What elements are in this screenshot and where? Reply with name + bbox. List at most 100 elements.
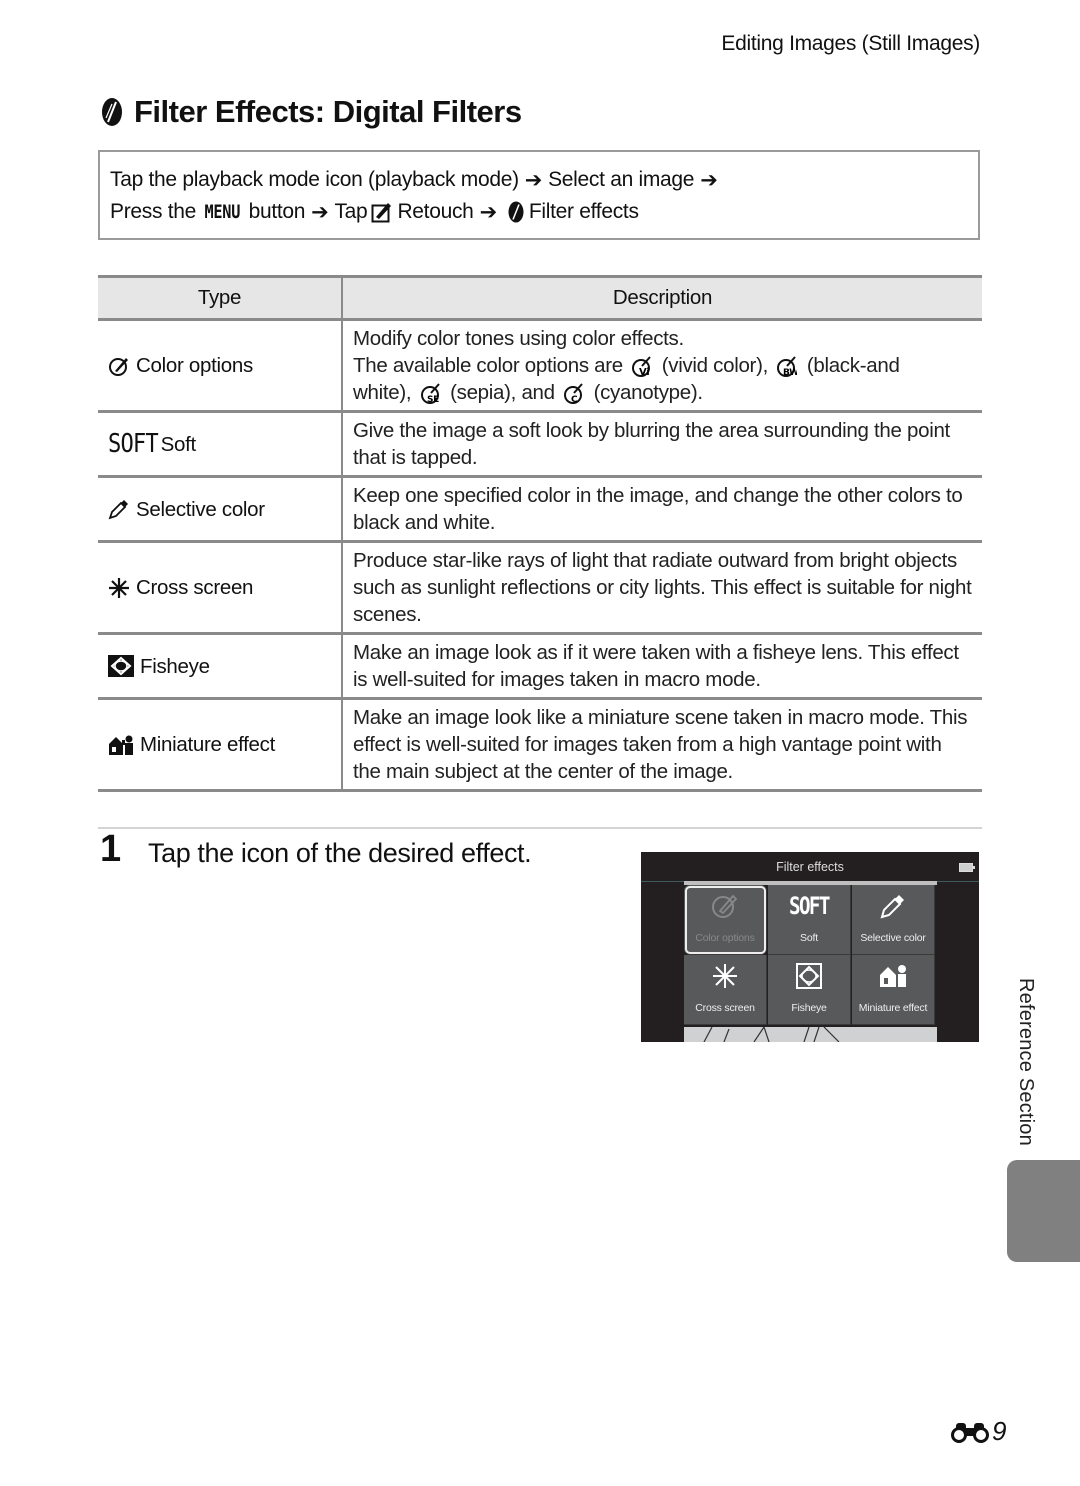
tile-label: Selective color [860, 932, 926, 944]
page-title: Filter Effects: Digital Filters [100, 94, 522, 130]
black-and-white-icon: BW [777, 355, 797, 378]
cross-screen-icon [108, 577, 130, 599]
table-row: Miniature effect Make an image look like… [98, 698, 982, 792]
type-label: Fisheye [140, 654, 210, 678]
selective-color-icon [108, 498, 130, 520]
tile-label: Fisheye [791, 1002, 827, 1014]
filter-effects-table: Type Description Color options Modify co… [98, 275, 982, 792]
battery-icon [959, 863, 975, 872]
retouch-icon [371, 203, 392, 223]
svg-text:BW: BW [783, 368, 797, 378]
type-label: Color options [136, 354, 253, 377]
cross-screen-icon [684, 961, 766, 991]
cyanotype-icon: C [564, 382, 583, 405]
section-tab[interactable] [1007, 1160, 1080, 1262]
nav-line-2: Press the MENU button ➔ Tap Retouch ➔ Fi… [110, 196, 968, 228]
description-cell: Modify color tones using color effects. … [342, 319, 982, 413]
description-text: (cyanotype). [593, 381, 704, 404]
soft-icon: SOFT [789, 892, 830, 920]
filter-effects-icon [102, 98, 122, 126]
vivid-color-icon: Vi [632, 355, 652, 378]
table-row: Color options Modify color tones using c… [98, 319, 982, 413]
filter-effects-icon [508, 201, 524, 223]
description-line: white), SE (sepia), and C (cyanotype). [353, 379, 972, 406]
tile-miniature-effect[interactable]: Miniature effect [852, 955, 935, 1025]
running-head: Editing Images (Still Images) [721, 32, 980, 55]
step-number: 1 [100, 828, 122, 870]
nav-text-tap: Tap [334, 200, 368, 223]
svg-text:C: C [571, 395, 578, 405]
description-text: (black-and [806, 354, 900, 377]
page-title-text: Filter Effects: Digital Filters [134, 94, 522, 129]
description-text: white), [353, 381, 412, 404]
description-line: The available color options are Vi (vivi… [353, 352, 972, 379]
table-row: Cross screen Produce star-like rays of l… [98, 541, 982, 635]
reference-binoculars-icon [951, 1422, 989, 1443]
type-cell: Color options [98, 319, 343, 413]
arrow-icon: ➔ [524, 168, 543, 192]
fisheye-icon [108, 655, 134, 677]
column-header-description: Description [342, 275, 982, 321]
table-row: Fisheye Make an image look as if it were… [98, 633, 982, 700]
nav-text-filter-effects: Filter effects [528, 200, 639, 223]
type-label: Selective color [136, 497, 265, 521]
nav-text-press: Press the [110, 200, 197, 223]
image-preview-background [684, 1025, 937, 1042]
navigation-path-box: Tap the playback mode icon (playback mod… [98, 150, 980, 240]
type-cell: Fisheye [98, 633, 343, 700]
miniature-effect-icon [108, 734, 134, 756]
nav-step-select-image: Select an image [548, 168, 695, 191]
nav-step-playback: Tap the playback mode icon (playback mod… [110, 168, 519, 191]
arrow-icon: ➔ [700, 168, 718, 192]
tile-cross-screen[interactable]: Cross screen [684, 955, 767, 1025]
tile-label: Soft [800, 932, 818, 944]
color-options-icon [684, 891, 766, 921]
tile-color-options[interactable]: Color options [684, 885, 767, 955]
section-side-label: Reference Section [1015, 978, 1037, 1146]
type-label: Soft [160, 432, 197, 456]
table-row: Selective color Keep one specified color… [98, 476, 982, 543]
sepia-icon: SE [420, 382, 440, 405]
tile-soft[interactable]: SOFT Soft [768, 885, 851, 955]
nav-line-1: Tap the playback mode icon (playback mod… [110, 164, 968, 196]
column-header-type: Type [98, 275, 343, 321]
menu-button-label: MENU [204, 201, 241, 223]
description-cell: Make an image look like a miniature scen… [342, 698, 982, 792]
type-cell: SOFT Soft [98, 411, 343, 478]
description-text: (vivid color), [661, 354, 769, 377]
description-text: The available color options are [353, 354, 623, 377]
step-divider [98, 827, 982, 829]
soft-icon: SOFT [108, 428, 159, 459]
type-cell: Cross screen [98, 541, 343, 635]
screen-title: Filter effects [776, 860, 844, 874]
description-text: (sepia), and [450, 381, 555, 404]
svg-text:SE: SE [427, 395, 439, 405]
color-options-icon [108, 355, 130, 377]
tile-fisheye[interactable]: Fisheye [768, 955, 851, 1025]
svg-text:Vi: Vi [639, 367, 649, 378]
tile-label: Miniature effect [858, 1002, 928, 1014]
description-cell: Produce star-like rays of light that rad… [342, 541, 982, 635]
camera-screen-illustration: Filter effects Color options SOFT Soft S… [641, 852, 979, 1042]
selective-color-icon [852, 891, 934, 921]
type-cell: Miniature effect [98, 698, 343, 792]
arrow-icon: ➔ [479, 200, 498, 224]
type-label: Cross screen [136, 576, 254, 599]
tile-selective-color[interactable]: Selective color [852, 885, 935, 955]
type-label: Miniature effect [140, 733, 275, 756]
table-header-row: Type Description [98, 275, 982, 321]
description-cell: Make an image look as if it were taken w… [342, 633, 982, 700]
fisheye-icon [768, 961, 850, 991]
step-instruction: Tap the icon of the desired effect. [148, 838, 532, 868]
tile-label: Cross screen [695, 1002, 755, 1014]
description-line: Modify color tones using color effects. [353, 327, 684, 350]
type-cell: Selective color [98, 476, 343, 543]
arrow-icon: ➔ [311, 200, 329, 224]
nav-text-button: button [248, 200, 306, 223]
tile-label: Color options [695, 932, 755, 944]
nav-text-retouch: Retouch [397, 200, 474, 223]
description-cell: Give the image a soft look by blurring t… [342, 411, 982, 478]
description-cell: Keep one specified color in the image, a… [342, 476, 982, 543]
page-number-text: 9 [992, 1416, 1007, 1446]
page-number: 9 [950, 1416, 1006, 1447]
